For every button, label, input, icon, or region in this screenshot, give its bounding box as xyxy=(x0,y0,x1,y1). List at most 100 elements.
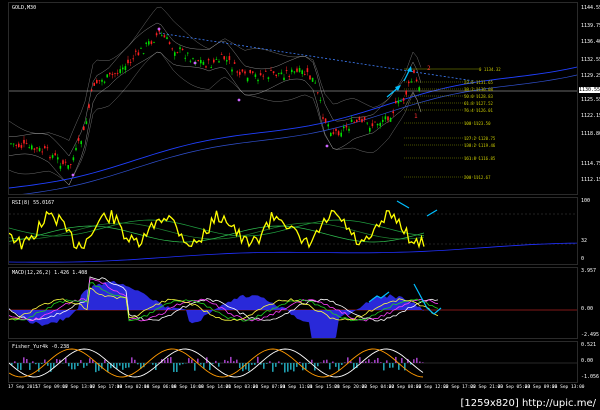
macd-level-bottom: -2.495 xyxy=(581,332,600,338)
candle-body xyxy=(36,147,38,149)
fisher-histogram-bar xyxy=(332,361,334,363)
current-price-box: 1130.55 xyxy=(579,87,600,93)
price-axis: 1144.55 1139.75 1136.40 1132.55 1129.25 1125.… xyxy=(578,2,600,195)
fisher-histogram-bar xyxy=(329,363,331,370)
moving-average-line xyxy=(22,74,577,194)
price-tick: 1125.55 xyxy=(581,97,600,103)
candle-body xyxy=(38,148,41,152)
fisher-histogram-bar xyxy=(26,359,28,363)
candle-body xyxy=(114,73,116,74)
candle-body xyxy=(415,79,418,82)
candle-body xyxy=(374,121,376,123)
fibonacci-level-label: 61.8 1127.52 xyxy=(464,101,493,106)
fisher-histogram-bar xyxy=(236,359,238,363)
fisher-histogram-bar xyxy=(128,363,130,368)
fisher-histogram-bar xyxy=(287,363,289,372)
price-tick: 1114.75 xyxy=(581,161,600,167)
candle-body xyxy=(44,146,46,149)
candle-body xyxy=(166,37,168,40)
fisher-histogram-bar xyxy=(230,356,232,363)
fractal-marker xyxy=(71,173,75,177)
fisher-histogram-bar xyxy=(299,361,301,363)
fisher-histogram-bar xyxy=(323,360,325,363)
price-chart-pane[interactable]: GOLD,M30 0 1134.32 23.6 1131.65 38.2 1130.… xyxy=(8,2,578,195)
candle-body xyxy=(64,161,67,163)
fisher-histogram-bar xyxy=(326,359,328,363)
fisher-histogram-bar xyxy=(296,363,298,367)
candle-body xyxy=(155,33,158,36)
candle-body xyxy=(283,77,285,81)
candle-body xyxy=(306,68,309,73)
fisher-histogram-bar xyxy=(419,361,421,363)
candle-body xyxy=(304,74,306,75)
fisher-histogram-bar xyxy=(14,361,16,363)
macd-pane[interactable]: MACD(12,26,2) 1.426 1.408 xyxy=(8,267,578,339)
wave-label-1: 1 xyxy=(414,113,418,120)
candle-body xyxy=(311,77,314,82)
fisher-histogram-bar xyxy=(383,363,385,371)
candle-body xyxy=(397,100,400,104)
rsi-pane[interactable]: RSI(8) 55.0167 xyxy=(8,197,578,265)
fisher-histogram-bar xyxy=(89,358,91,363)
fisher-histogram-bar xyxy=(380,362,382,363)
fibonacci-level-label: 23.6 1131.65 xyxy=(464,80,493,85)
candle-body xyxy=(327,124,329,127)
candle-body xyxy=(101,79,103,82)
fisher-histogram-bar xyxy=(95,363,97,373)
candle-body xyxy=(314,82,316,84)
fisher-histogram-bar xyxy=(284,363,286,373)
candle-body xyxy=(207,59,210,61)
fisher-histogram-bar xyxy=(422,362,424,363)
fisher-histogram-bar xyxy=(233,361,235,363)
candle-body xyxy=(348,128,350,131)
candle-body xyxy=(226,60,228,62)
candle-body xyxy=(252,71,254,73)
macd-title: MACD(12,26,2) 1.426 1.408 xyxy=(12,270,88,276)
candle-body xyxy=(382,119,384,122)
candle-body xyxy=(202,61,205,65)
candle-body xyxy=(220,54,223,55)
fisher-histogram-bar xyxy=(152,363,154,365)
candle-body xyxy=(111,73,114,75)
candle-body xyxy=(413,69,415,73)
fisher-pane[interactable]: Fisher_Yur4k -0.238 xyxy=(8,341,578,383)
candle-body xyxy=(384,116,387,120)
rsi-arrow xyxy=(396,200,410,209)
fisher-histogram-bar xyxy=(269,361,271,363)
macd-level-top: 3.957 xyxy=(581,268,597,274)
candle-body xyxy=(244,71,246,74)
candle-body xyxy=(259,73,262,76)
fisher-histogram-bar xyxy=(116,363,118,369)
candle-body xyxy=(96,79,98,84)
fisher-histogram-bar xyxy=(44,359,46,363)
fisher-histogram-bar xyxy=(365,361,367,363)
macd-canvas xyxy=(9,276,577,338)
candle-body xyxy=(246,77,249,82)
candle-body xyxy=(54,153,56,156)
fisher-canvas xyxy=(9,348,577,378)
candle-body xyxy=(249,70,251,73)
candle-body xyxy=(51,155,54,158)
candle-body xyxy=(356,119,358,122)
candle-body xyxy=(98,80,101,82)
candle-body xyxy=(168,42,171,44)
fisher-histogram-bar xyxy=(194,363,196,371)
fisher-histogram-bar xyxy=(134,359,136,363)
candle-body xyxy=(301,70,303,74)
candle-body xyxy=(20,145,23,148)
candle-body xyxy=(322,117,324,119)
candle-body xyxy=(330,132,332,137)
macd-level-zero: 0.00 xyxy=(581,306,594,312)
candle-body xyxy=(262,75,264,77)
candle-body xyxy=(236,71,238,73)
fisher-histogram-bar xyxy=(224,359,226,363)
fisher-histogram-bar xyxy=(80,360,82,363)
fisher-histogram-bar xyxy=(65,358,67,363)
candle-body xyxy=(189,60,192,62)
fisher-histogram-bar xyxy=(71,363,73,370)
candle-body xyxy=(171,48,173,50)
fisher-histogram-bar xyxy=(209,363,211,371)
candle-body xyxy=(278,72,280,74)
candle-body xyxy=(400,101,402,102)
candle-body xyxy=(176,52,179,53)
